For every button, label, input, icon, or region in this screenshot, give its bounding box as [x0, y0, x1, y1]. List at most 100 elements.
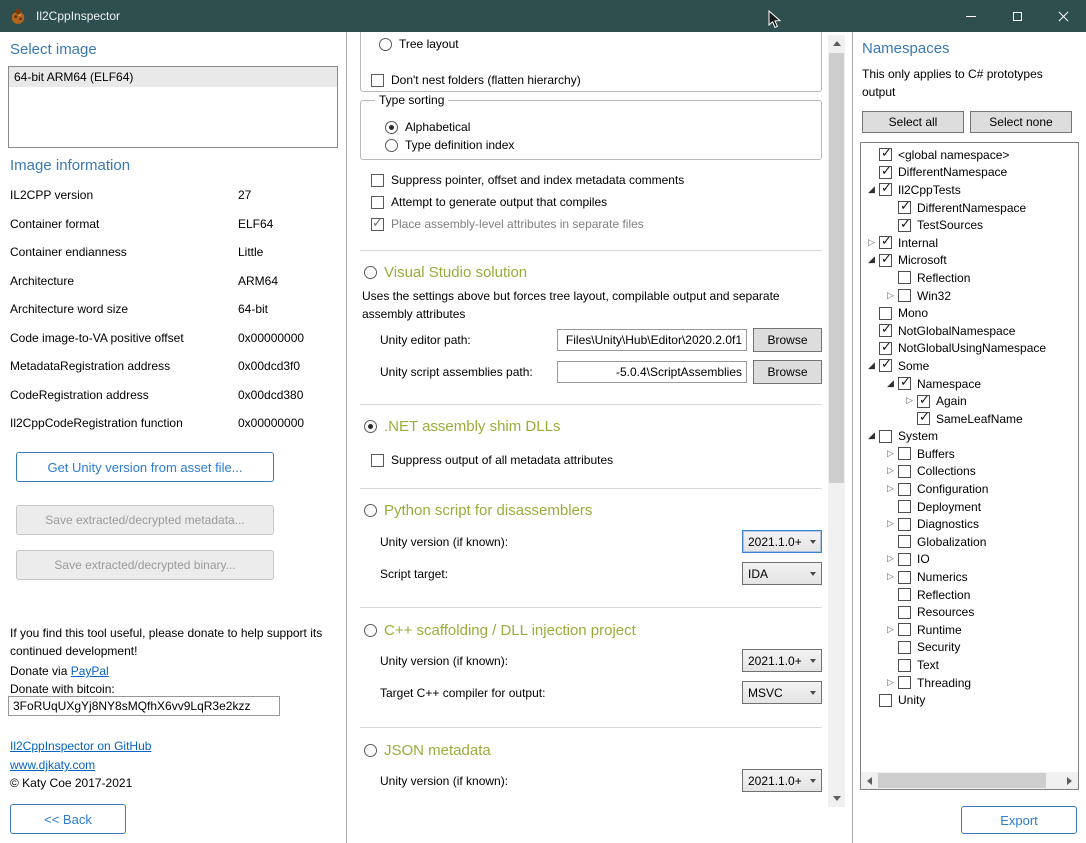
namespace-checkbox[interactable]	[898, 588, 911, 601]
scrollbar-thumb[interactable]	[829, 53, 844, 483]
namespace-checkbox[interactable]	[879, 359, 892, 372]
namespace-tree-item[interactable]: Reflection	[861, 269, 1078, 287]
cpp-compiler-combo[interactable]: MSVC	[742, 681, 822, 704]
chevron-down-icon[interactable]	[805, 531, 821, 552]
expand-icon[interactable]: ▷	[883, 554, 898, 564]
namespace-tree-item[interactable]: Resources	[861, 603, 1078, 621]
namespace-tree-item[interactable]: ▷Win32	[861, 287, 1078, 305]
namespace-checkbox[interactable]	[879, 183, 892, 196]
namespace-checkbox[interactable]	[879, 148, 892, 161]
namespace-checkbox[interactable]	[898, 659, 911, 672]
expand-icon[interactable]: ▷	[883, 291, 898, 301]
namespace-tree-item[interactable]: ▷Threading	[861, 674, 1078, 692]
namespace-checkbox[interactable]	[898, 553, 911, 566]
collapse-icon[interactable]: ◢	[864, 255, 879, 265]
namespace-checkbox[interactable]	[879, 236, 892, 249]
collapse-icon[interactable]: ◢	[883, 379, 898, 389]
namespace-tree-item[interactable]: SameLeafName	[861, 410, 1078, 428]
expand-icon[interactable]: ▷	[883, 449, 898, 459]
export-button[interactable]: Export	[961, 806, 1077, 834]
suppress-comments-checkbox[interactable]	[371, 174, 384, 187]
namespace-tree-item[interactable]: Text	[861, 656, 1078, 674]
maximize-button[interactable]	[994, 0, 1040, 32]
namespace-checkbox[interactable]	[898, 289, 911, 302]
namespace-tree-item[interactable]: ◢Namespace	[861, 375, 1078, 393]
chevron-down-icon[interactable]	[805, 650, 821, 671]
unity-editor-path-field[interactable]: Files\Unity\Hub\Editor\2020.2.0f1	[557, 329, 747, 351]
flatten-option[interactable]: Don't nest folders (flatten hierarchy)	[371, 73, 581, 87]
namespace-tree-item[interactable]: Unity	[861, 691, 1078, 709]
python-script-option[interactable]: Python script for disassemblers	[364, 502, 592, 519]
json-metadata-option[interactable]: JSON metadata	[364, 742, 491, 759]
json-unity-version-combo[interactable]: 2021.1.0+	[742, 769, 822, 792]
scrollbar-thumb[interactable]	[878, 773, 1046, 788]
namespace-tree-item[interactable]: ◢System	[861, 428, 1078, 446]
namespace-tree-item[interactable]: TestSources	[861, 216, 1078, 234]
namespace-tree-item[interactable]: Deployment	[861, 498, 1078, 516]
expand-icon[interactable]: ▷	[883, 678, 898, 688]
namespace-checkbox[interactable]	[898, 518, 911, 531]
namespace-checkbox[interactable]	[879, 324, 892, 337]
suppress-metadata-option[interactable]: Suppress output of all metadata attribut…	[371, 453, 613, 467]
namespace-tree-item[interactable]: DifferentNamespace	[861, 164, 1078, 182]
namespace-checkbox[interactable]	[898, 201, 911, 214]
json-metadata-radio[interactable]	[364, 744, 377, 757]
namespace-tree-item[interactable]: Mono	[861, 304, 1078, 322]
namespace-checkbox[interactable]	[898, 219, 911, 232]
namespace-tree-item[interactable]: Reflection	[861, 586, 1078, 604]
expand-icon[interactable]: ▷	[883, 466, 898, 476]
compilable-output-option[interactable]: Attempt to generate output that compiles	[371, 195, 607, 209]
namespace-tree-item[interactable]: ▷Internal	[861, 234, 1078, 252]
alphabetical-option[interactable]: Alphabetical	[385, 120, 470, 134]
scroll-up-button[interactable]	[828, 35, 845, 52]
collapse-icon[interactable]: ◢	[864, 185, 879, 195]
expand-icon[interactable]: ▷	[864, 238, 879, 248]
namespace-checkbox[interactable]	[917, 412, 930, 425]
github-link[interactable]: Il2CppInspector on GitHub	[10, 739, 151, 753]
flatten-checkbox[interactable]	[371, 74, 384, 87]
namespace-tree[interactable]: <global namespace>DifferentNamespace◢Il2…	[860, 142, 1079, 790]
scroll-right-button[interactable]	[1061, 772, 1078, 789]
chevron-down-icon[interactable]	[805, 770, 821, 791]
expand-icon[interactable]: ▷	[883, 625, 898, 635]
alphabetical-radio[interactable]	[385, 121, 398, 134]
namespace-tree-item[interactable]: ▷Diagnostics	[861, 515, 1078, 533]
chevron-down-icon[interactable]	[805, 563, 821, 584]
namespace-checkbox[interactable]	[879, 307, 892, 320]
namespace-checkbox[interactable]	[898, 447, 911, 460]
separate-attributes-option[interactable]: Place assembly-level attributes in separ…	[371, 217, 644, 231]
namespace-tree-item[interactable]: NotGlobalUsingNamespace	[861, 340, 1078, 358]
script-target-combo[interactable]: IDA	[742, 562, 822, 585]
image-list-item[interactable]: 64-bit ARM64 (ELF64)	[9, 67, 337, 87]
unity-assemblies-path-field[interactable]: -5.0.4\ScriptAssemblies	[557, 361, 747, 383]
namespace-checkbox[interactable]	[898, 676, 911, 689]
expand-icon[interactable]: ▷	[883, 572, 898, 582]
expand-icon[interactable]: ▷	[902, 396, 917, 406]
vs-solution-option[interactable]: Visual Studio solution	[364, 264, 527, 281]
type-def-index-option[interactable]: Type definition index	[385, 138, 514, 152]
tree-layout-radio[interactable]	[379, 38, 392, 51]
shim-dlls-radio[interactable]	[364, 420, 377, 433]
bitcoin-address-field[interactable]: 3FoRUqUXgYj8NY8sMQfhX6vv9LqR3e2kzz	[8, 696, 280, 716]
python-script-radio[interactable]	[364, 504, 377, 517]
cpp-unity-version-combo[interactable]: 2021.1.0+	[742, 649, 822, 672]
close-button[interactable]	[1040, 0, 1086, 32]
namespace-checkbox[interactable]	[879, 430, 892, 443]
namespace-tree-item[interactable]: ▷Runtime	[861, 621, 1078, 639]
namespace-checkbox[interactable]	[879, 694, 892, 707]
namespace-checkbox[interactable]	[898, 623, 911, 636]
namespace-checkbox[interactable]	[879, 254, 892, 267]
scroll-down-button[interactable]	[828, 790, 845, 807]
minimize-button[interactable]	[948, 0, 994, 32]
separate-attributes-checkbox[interactable]	[371, 218, 384, 231]
namespace-checkbox[interactable]	[898, 571, 911, 584]
namespace-tree-item[interactable]: ▷Buffers	[861, 445, 1078, 463]
namespace-tree-item[interactable]: Security	[861, 639, 1078, 657]
namespace-tree-item[interactable]: Globalization	[861, 533, 1078, 551]
collapse-icon[interactable]: ◢	[864, 431, 879, 441]
namespace-tree-item[interactable]: ▷IO	[861, 551, 1078, 569]
title-bar[interactable]: Il2CppInspector	[0, 0, 1086, 32]
tree-horizontal-scrollbar[interactable]	[861, 772, 1078, 789]
namespace-tree-item[interactable]: ▷Configuration	[861, 480, 1078, 498]
browse-assemblies-path-button[interactable]: Browse	[753, 360, 822, 384]
